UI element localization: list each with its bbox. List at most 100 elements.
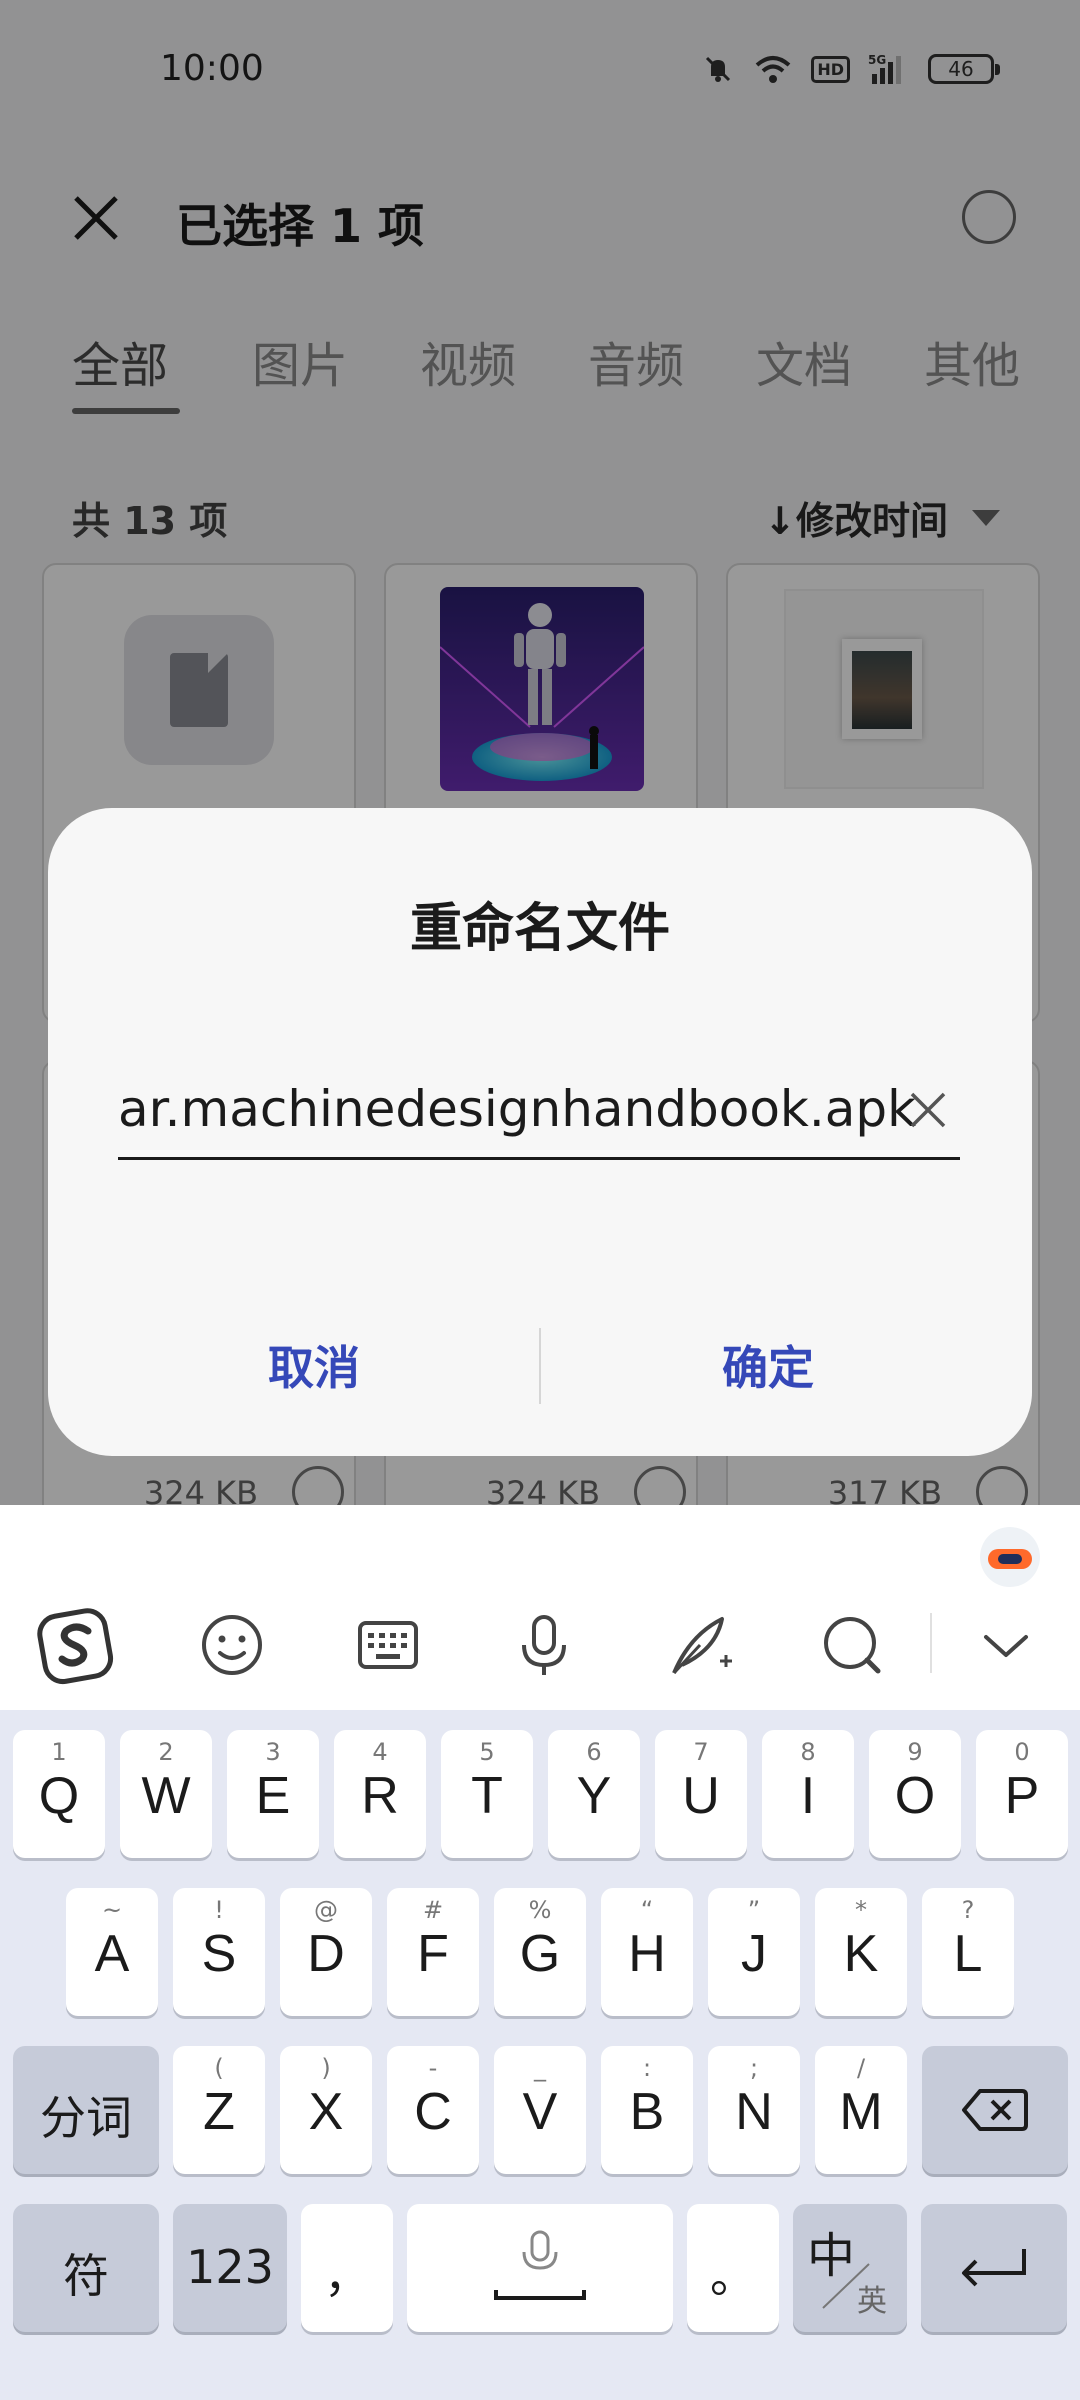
key-label: Y xyxy=(576,1767,612,1825)
filename-input[interactable]: ar.machinedesignhandbook.apk xyxy=(118,1068,960,1160)
emoji-icon[interactable] xyxy=(192,1605,272,1685)
key-s[interactable]: ! S xyxy=(173,1888,265,2016)
key-n[interactable]: ; N xyxy=(708,2046,800,2174)
key-label: 符 xyxy=(63,2249,109,2303)
key-hint: _ xyxy=(534,2054,546,2082)
segment-key[interactable]: 分词 xyxy=(13,2046,159,2174)
enter-icon xyxy=(962,2249,1026,2287)
key-hint: - xyxy=(428,2054,438,2082)
key-f[interactable]: # F xyxy=(387,1888,479,2016)
key-label: 123 xyxy=(186,2240,274,2294)
backspace-key[interactable] xyxy=(922,2046,1068,2174)
chevron-down-icon[interactable] xyxy=(966,1605,1046,1685)
key-label: G xyxy=(519,1925,561,1983)
key-hint: ” xyxy=(747,1896,761,1924)
key-hint: 1 xyxy=(51,1738,67,1766)
keyboard: 1Q 2W 3E 4R 5T 6Y 7U 8I 9O 0P ~ A ! S @ D #… xyxy=(0,1710,1080,2400)
key-label: A xyxy=(94,1925,130,1983)
filename-input-value[interactable]: ar.machinedesignhandbook.apk xyxy=(118,1080,916,1138)
key-o[interactable]: 9O xyxy=(869,1730,961,1858)
key-hint: 0 xyxy=(1014,1738,1030,1766)
period-key[interactable]: 。 xyxy=(687,2204,779,2332)
clear-icon[interactable] xyxy=(906,1088,950,1132)
key-hint: 4 xyxy=(372,1738,388,1766)
key-x[interactable]: ) X xyxy=(280,2046,372,2174)
key-label: R xyxy=(361,1767,399,1825)
comma-key[interactable]: ， xyxy=(301,2204,393,2332)
key-label: H xyxy=(628,1925,666,1983)
key-label: L xyxy=(953,1925,983,1983)
key-a[interactable]: ~ A xyxy=(66,1888,158,2016)
handwriting-icon[interactable] xyxy=(660,1605,740,1685)
key-label: V xyxy=(522,2083,558,2141)
key-l[interactable]: ? L xyxy=(922,1888,1014,2016)
key-label: E xyxy=(255,1767,291,1825)
lang-slash-icon xyxy=(822,2263,870,2309)
toolbar-divider xyxy=(930,1613,932,1673)
key-label: S xyxy=(201,1925,237,1983)
key-e[interactable]: 3E xyxy=(227,1730,319,1858)
mascot-icon[interactable] xyxy=(980,1527,1040,1587)
sogou-logo-icon[interactable] xyxy=(36,1605,116,1685)
key-label: T xyxy=(471,1767,503,1825)
keyboard-icon[interactable] xyxy=(348,1605,428,1685)
key-hint: % xyxy=(528,1896,552,1924)
key-label: 。 xyxy=(710,2249,756,2303)
dialog-title: 重命名文件 xyxy=(409,899,670,959)
key-hint: @ xyxy=(314,1896,338,1924)
key-y[interactable]: 6Y xyxy=(548,1730,640,1858)
confirm-button[interactable]: 确定 xyxy=(558,1328,978,1408)
key-v[interactable]: _ V xyxy=(494,2046,586,2174)
enter-key[interactable] xyxy=(921,2204,1067,2332)
space-key[interactable] xyxy=(407,2204,673,2332)
key-j[interactable]: ” J xyxy=(708,1888,800,2016)
key-label: W xyxy=(141,1767,191,1825)
key-label: N xyxy=(735,2083,773,2141)
space-mic-icon xyxy=(494,2230,586,2300)
key-hint: 7 xyxy=(693,1738,709,1766)
symbol-key[interactable]: 符 xyxy=(13,2204,159,2332)
key-p[interactable]: 0P xyxy=(976,1730,1068,1858)
key-w[interactable]: 2W xyxy=(120,1730,212,1858)
key-label: Z xyxy=(203,2083,235,2141)
key-b[interactable]: :B xyxy=(601,2046,693,2174)
key-r[interactable]: 4R xyxy=(334,1730,426,1858)
key-c[interactable]: -C xyxy=(387,2046,479,2174)
key-hint: 5 xyxy=(479,1738,495,1766)
key-label: I xyxy=(800,1767,816,1825)
button-divider xyxy=(539,1328,541,1404)
key-label: D xyxy=(307,1925,345,1983)
microphone-icon[interactable] xyxy=(504,1605,584,1685)
number-key[interactable]: 123 xyxy=(173,2204,287,2332)
key-m[interactable]: / M xyxy=(815,2046,907,2174)
cancel-button[interactable]: 取消 xyxy=(104,1328,524,1408)
key-hint: * xyxy=(855,1896,867,1924)
key-t[interactable]: 5T xyxy=(441,1730,533,1858)
key-label: O xyxy=(894,1767,936,1825)
key-hint: : xyxy=(642,2054,652,2082)
key-label: K xyxy=(843,1925,879,1983)
key-k[interactable]: * K xyxy=(815,1888,907,2016)
key-label: Q xyxy=(38,1767,80,1825)
backspace-icon xyxy=(962,2089,1028,2131)
search-icon[interactable] xyxy=(812,1605,892,1685)
lang-sub-label: 英 xyxy=(857,2284,887,2319)
key-hint: 2 xyxy=(158,1738,174,1766)
key-i[interactable]: 8I xyxy=(762,1730,854,1858)
rename-dialog: 重命名文件 ar.machinedesignhandbook.apk 取消 确定 xyxy=(48,808,1032,1456)
key-hint: ) xyxy=(321,2054,331,2082)
key-d[interactable]: @ D xyxy=(280,1888,372,2016)
key-h[interactable]: “H xyxy=(601,1888,693,2016)
key-label: J xyxy=(741,1925,767,1983)
key-label: C xyxy=(414,2083,452,2141)
key-hint: 9 xyxy=(907,1738,923,1766)
language-switch-key[interactable]: 中 英 xyxy=(793,2204,907,2332)
key-label: M xyxy=(839,2083,883,2141)
key-g[interactable]: % G xyxy=(494,1888,586,2016)
key-z[interactable]: (Z xyxy=(173,2046,265,2174)
key-label: ， xyxy=(324,2249,370,2303)
key-label: P xyxy=(1004,1767,1040,1825)
key-q[interactable]: 1Q xyxy=(13,1730,105,1858)
key-hint: ~ xyxy=(101,1896,123,1924)
key-u[interactable]: 7U xyxy=(655,1730,747,1858)
